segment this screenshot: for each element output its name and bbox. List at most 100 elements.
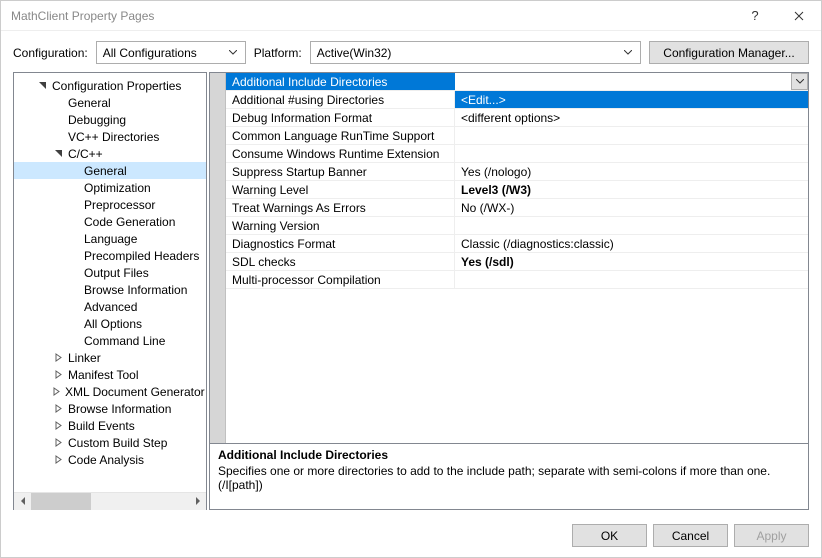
twisty-none (68, 301, 80, 313)
description-panel: Additional Include Directories Specifies… (210, 443, 808, 509)
tree-item-label: Debugging (66, 113, 128, 127)
configuration-manager-button[interactable]: Configuration Manager... (649, 41, 809, 64)
tree-item[interactable]: Command Line (14, 332, 206, 349)
apply-label: Apply (756, 529, 786, 543)
tree-item[interactable]: Manifest Tool (14, 366, 206, 383)
property-value[interactable]: Level3 (/W3) (455, 181, 808, 198)
tree-item[interactable]: Build Events (14, 417, 206, 434)
property-value[interactable]: Yes (/sdl) (455, 253, 808, 270)
tree-item-label: General (82, 164, 129, 178)
tree-item-label: Linker (66, 351, 103, 365)
horizontal-scrollbar[interactable] (14, 492, 206, 509)
property-value[interactable]: <different options> (455, 109, 808, 126)
property-value-text: <different options> (461, 111, 560, 125)
property-row[interactable]: Additional #using Directories<Edit...> (226, 91, 808, 109)
tree-item[interactable]: General (14, 162, 206, 179)
property-value[interactable] (455, 271, 808, 288)
tree-item[interactable]: All Options (14, 315, 206, 332)
property-value[interactable]: <Edit...> (455, 91, 808, 108)
configuration-combo[interactable]: All Configurations (96, 41, 246, 64)
property-value[interactable]: Yes (/nologo) (455, 163, 808, 180)
cancel-label: Cancel (672, 529, 709, 543)
tree-item[interactable]: C/C++ (14, 145, 206, 162)
property-row[interactable]: Multi-processor Compilation (226, 271, 808, 289)
property-row[interactable]: Consume Windows Runtime Extension (226, 145, 808, 163)
tree-item[interactable]: Custom Build Step (14, 434, 206, 451)
chevron-down-icon (796, 79, 804, 84)
property-row[interactable]: Warning Version (226, 217, 808, 235)
twisty-closed-icon[interactable] (52, 352, 64, 364)
twisty-closed-icon[interactable] (52, 454, 64, 466)
twisty-none (68, 335, 80, 347)
property-row[interactable]: Warning LevelLevel3 (/W3) (226, 181, 808, 199)
tree-item[interactable]: Configuration Properties (14, 77, 206, 94)
tree-item[interactable]: Optimization (14, 179, 206, 196)
twisty-closed-icon[interactable] (52, 386, 61, 398)
platform-value: Active(Win32) (317, 46, 392, 60)
property-value-text: Level3 (/W3) (461, 183, 531, 197)
property-value[interactable]: Classic (/diagnostics:classic) (455, 235, 808, 252)
property-value[interactable] (455, 73, 808, 90)
property-value-text: Yes (/sdl) (461, 255, 514, 269)
twisty-closed-icon[interactable] (52, 369, 64, 381)
property-name: Additional #using Directories (226, 91, 455, 108)
scroll-left-button[interactable] (14, 493, 31, 510)
property-row[interactable]: Additional Include Directories (226, 73, 808, 91)
property-row[interactable]: Suppress Startup BannerYes (/nologo) (226, 163, 808, 181)
tree-item-label: Code Generation (82, 215, 177, 229)
ok-button[interactable]: OK (572, 524, 647, 547)
apply-button[interactable]: Apply (734, 524, 809, 547)
help-button[interactable]: ? (733, 1, 777, 31)
property-row[interactable]: Diagnostics FormatClassic (/diagnostics:… (226, 235, 808, 253)
triangle-right-icon (195, 497, 201, 505)
tree-item-label: Code Analysis (66, 453, 146, 467)
tree-item[interactable]: Output Files (14, 264, 206, 281)
tree-item[interactable]: VC++ Directories (14, 128, 206, 145)
property-row[interactable]: Common Language RunTime Support (226, 127, 808, 145)
property-value[interactable] (455, 145, 808, 162)
twisty-open-icon[interactable] (52, 148, 64, 160)
dialog-window: MathClient Property Pages ? Configuratio… (0, 0, 822, 558)
tree-item[interactable]: General (14, 94, 206, 111)
twisty-none (52, 114, 64, 126)
platform-combo[interactable]: Active(Win32) (310, 41, 641, 64)
property-row[interactable]: SDL checksYes (/sdl) (226, 253, 808, 271)
property-value-text: Yes (/nologo) (461, 165, 531, 179)
tree-item[interactable]: Browse Information (14, 281, 206, 298)
twisty-closed-icon[interactable] (52, 437, 64, 449)
triangle-left-icon (20, 497, 26, 505)
twisty-none (68, 233, 80, 245)
tree-item[interactable]: Advanced (14, 298, 206, 315)
tree-item[interactable]: Debugging (14, 111, 206, 128)
cancel-button[interactable]: Cancel (653, 524, 728, 547)
tree-item[interactable]: XML Document Generator (14, 383, 206, 400)
tree-item-label: Language (82, 232, 139, 246)
twisty-closed-icon[interactable] (52, 420, 64, 432)
configuration-manager-label: Configuration Manager... (663, 46, 794, 60)
tree-item[interactable]: Code Generation (14, 213, 206, 230)
help-icon: ? (751, 8, 758, 23)
property-value[interactable]: No (/WX-) (455, 199, 808, 216)
tree-item[interactable]: Code Analysis (14, 451, 206, 468)
scrollbar-track[interactable] (31, 493, 189, 510)
property-value[interactable] (455, 127, 808, 144)
tree-item[interactable]: Preprocessor (14, 196, 206, 213)
tree-item[interactable]: Browse Information (14, 400, 206, 417)
tree[interactable]: Configuration PropertiesGeneralDebugging… (14, 73, 206, 492)
tree-item[interactable]: Linker (14, 349, 206, 366)
tree-item-label: Browse Information (82, 283, 189, 297)
property-row[interactable]: Treat Warnings As ErrorsNo (/WX-) (226, 199, 808, 217)
tree-item[interactable]: Precompiled Headers (14, 247, 206, 264)
dropdown-button[interactable] (791, 73, 808, 90)
property-row[interactable]: Debug Information Format<different optio… (226, 109, 808, 127)
property-value[interactable] (455, 217, 808, 234)
close-icon (794, 11, 804, 21)
close-button[interactable] (777, 1, 821, 31)
tree-item-label: Browse Information (66, 402, 173, 416)
twisty-closed-icon[interactable] (52, 403, 64, 415)
tree-item-label: Command Line (82, 334, 167, 348)
scrollbar-thumb[interactable] (31, 493, 91, 510)
tree-item[interactable]: Language (14, 230, 206, 247)
twisty-open-icon[interactable] (36, 80, 48, 92)
scroll-right-button[interactable] (189, 493, 206, 510)
